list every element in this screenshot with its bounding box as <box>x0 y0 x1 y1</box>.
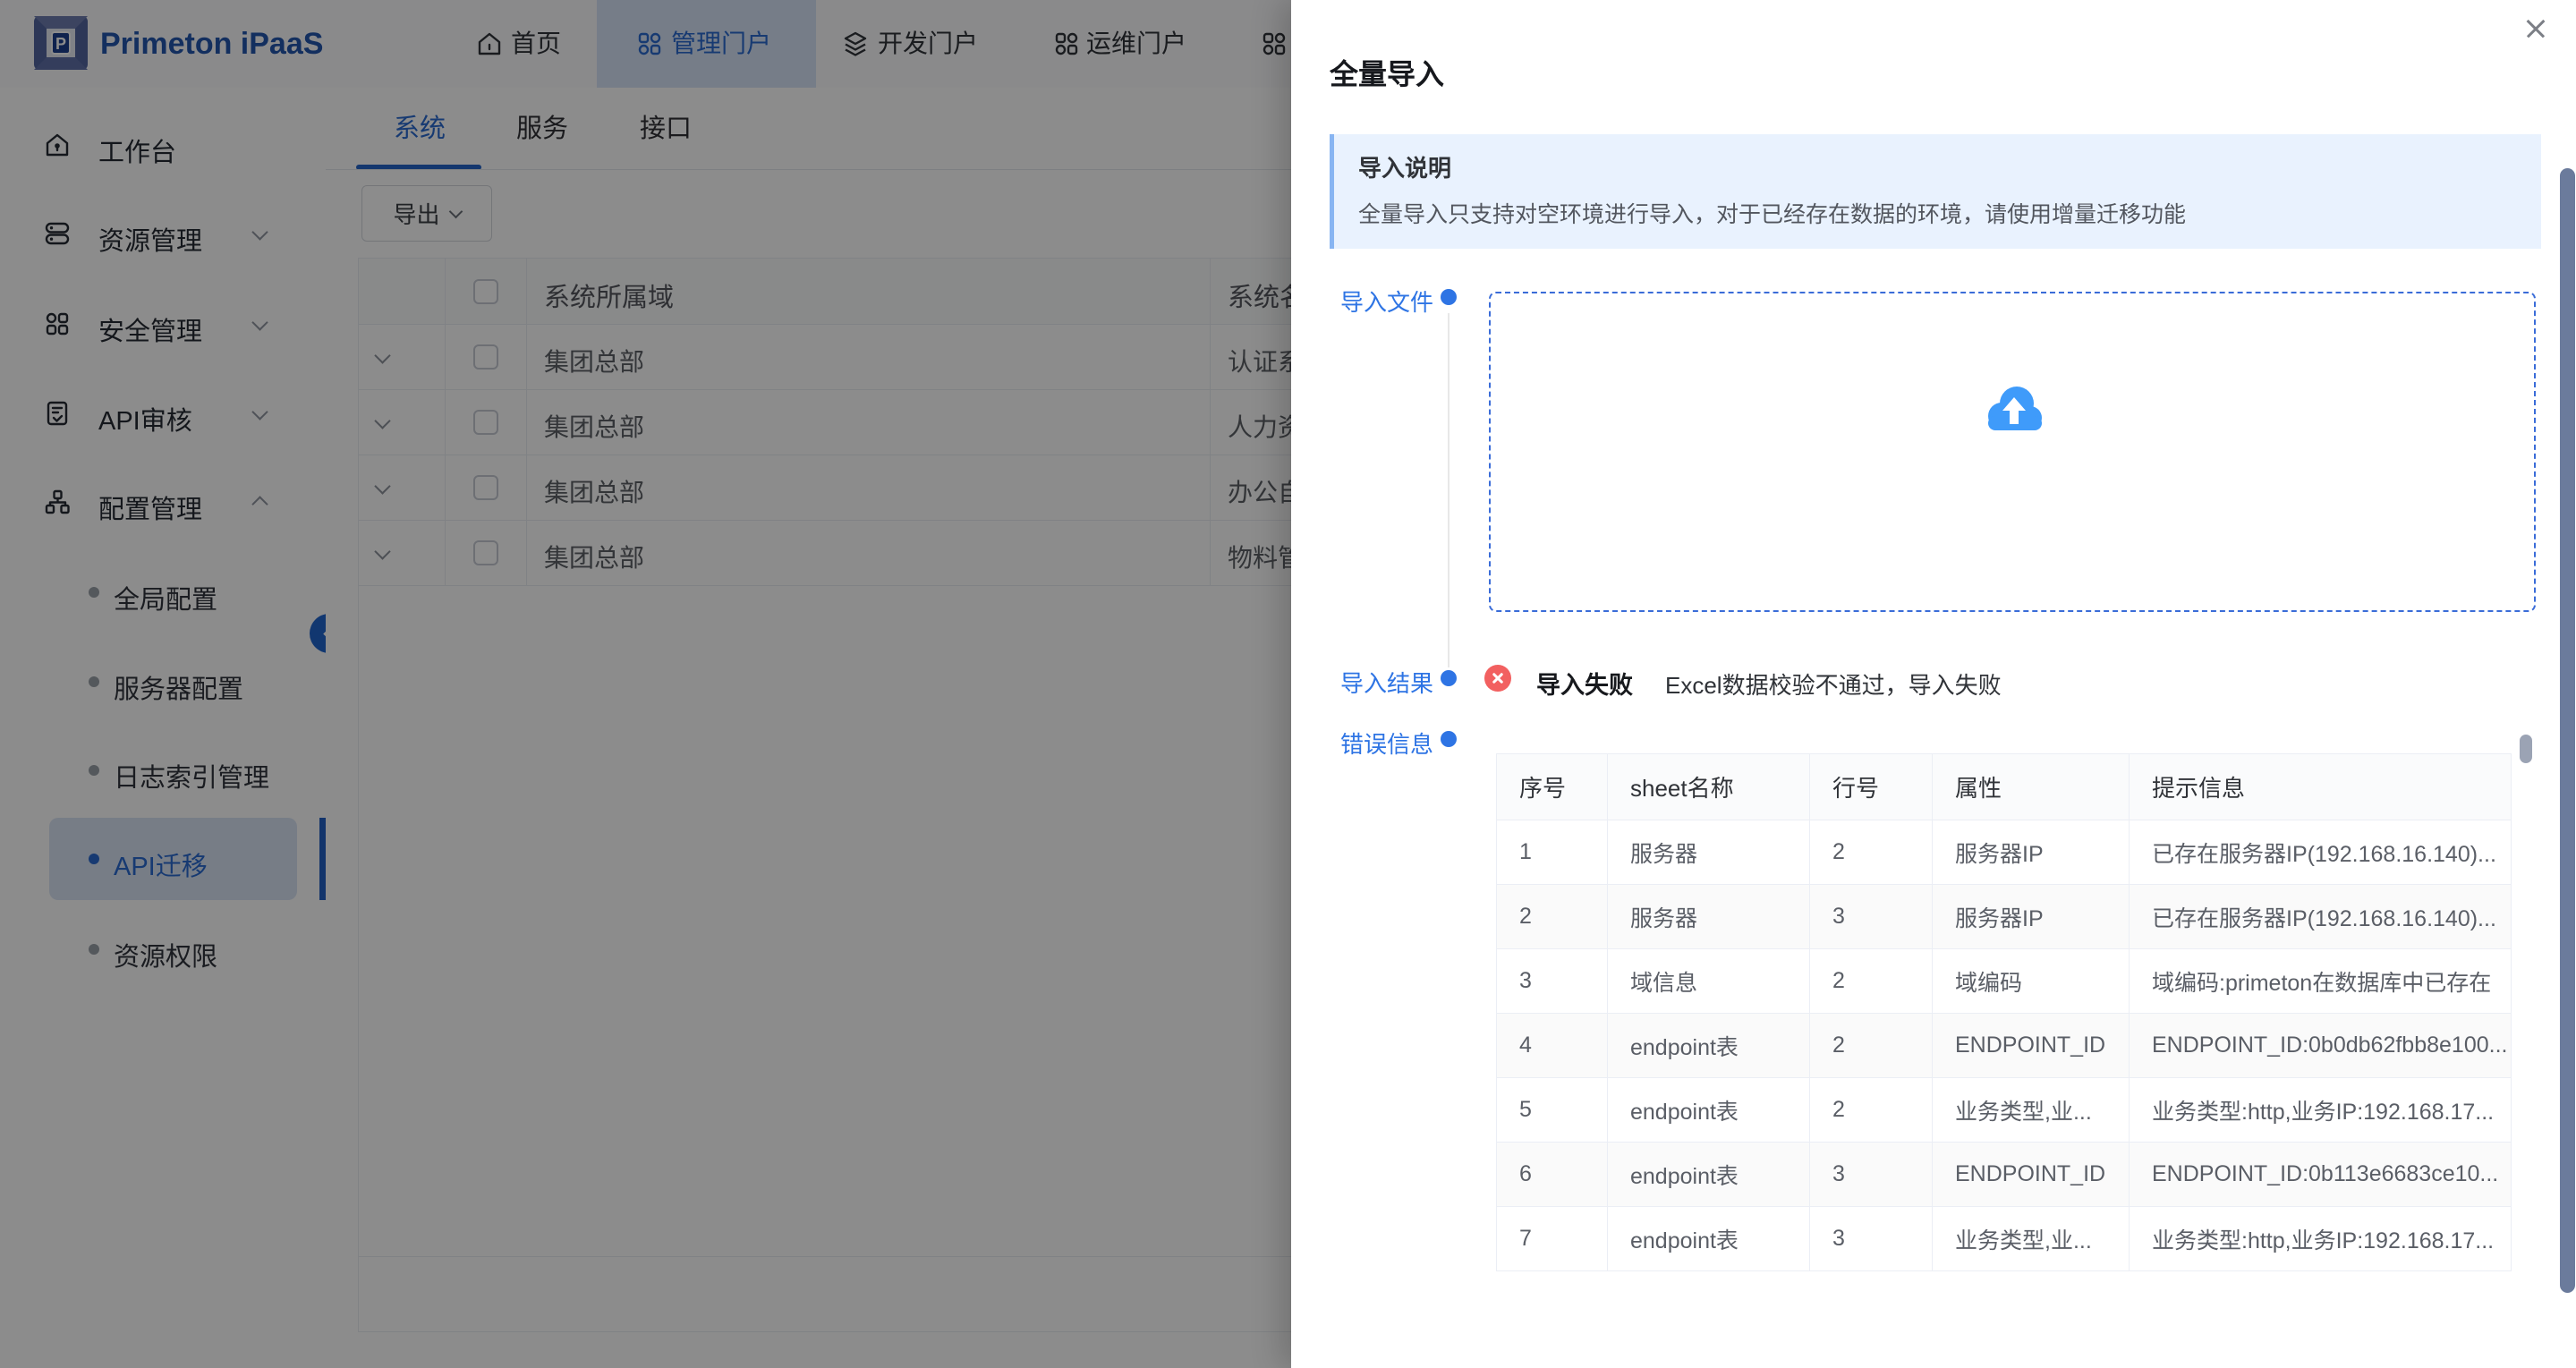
notice-text: 全量导入只支持对空环境进行导入，对于已经存在数据的环境，请使用增量迁移功能 <box>1358 197 2186 229</box>
table-cell: endpoint表 <box>1608 1143 1810 1207</box>
table-cell: 服务器IP <box>1933 885 2130 949</box>
table-cell: 3 <box>1810 1207 1933 1271</box>
table-cell: 业务类型,业... <box>1933 1207 2130 1271</box>
table-cell: 2 <box>1497 885 1608 949</box>
notice-title: 导入说明 <box>1358 150 1451 183</box>
column-header: 属性 <box>1933 754 2130 820</box>
table-cell: 6 <box>1497 1143 1608 1207</box>
table-row: 1服务器2服务器IP已存在服务器IP(192.168.16.140)... <box>1497 820 2512 885</box>
error-table: 序号sheet名称行号属性提示信息 1服务器2服务器IP已存在服务器IP(192… <box>1496 753 2512 1271</box>
table-cell: ENDPOINT_ID:0b0db62fbb8e100... <box>2130 1014 2512 1078</box>
table-cell: 业务类型:http,业务IP:192.168.17... <box>2130 1207 2512 1271</box>
table-cell: 3 <box>1810 1143 1933 1207</box>
dot-icon <box>1441 731 1457 747</box>
timeline-line <box>1448 313 1450 667</box>
table-cell: 3 <box>1810 885 1933 949</box>
error-circle-icon <box>1484 665 1511 692</box>
table-cell: 业务类型,业... <box>1933 1078 2130 1143</box>
table-cell: 5 <box>1497 1078 1608 1143</box>
table-cell: 2 <box>1810 1014 1933 1078</box>
error-table-body: 1服务器2服务器IP已存在服务器IP(192.168.16.140)...2服务… <box>1497 820 2512 1271</box>
dot-icon <box>1441 289 1457 305</box>
table-cell: 域信息 <box>1608 949 1810 1014</box>
column-header: 提示信息 <box>2130 754 2512 820</box>
table-row: 6endpoint表3ENDPOINT_IDENDPOINT_ID:0b113e… <box>1497 1143 2512 1207</box>
table-cell: 1 <box>1497 820 1608 885</box>
table-scrollbar-thumb[interactable] <box>2520 735 2532 763</box>
error-table-header-row: 序号sheet名称行号属性提示信息 <box>1497 754 2512 820</box>
table-cell: 3 <box>1497 949 1608 1014</box>
table-cell: 已存在服务器IP(192.168.16.140)... <box>2130 885 2512 949</box>
table-cell: 2 <box>1810 1078 1933 1143</box>
drawer-scrollbar-thumb[interactable] <box>2560 168 2575 1293</box>
table-cell: ENDPOINT_ID:0b113e6683ce10... <box>2130 1143 2512 1207</box>
table-cell: 服务器IP <box>1933 820 2130 885</box>
result-message: Excel数据校验不通过，导入失败 <box>1665 667 2002 701</box>
table-cell: 2 <box>1810 820 1933 885</box>
table-cell: endpoint表 <box>1608 1207 1810 1271</box>
column-header: 序号 <box>1497 754 1608 820</box>
table-cell: 业务类型:http,业务IP:192.168.17... <box>2130 1078 2512 1143</box>
close-icon[interactable] <box>2516 9 2555 48</box>
table-cell: 2 <box>1810 949 1933 1014</box>
table-cell: 域编码 <box>1933 949 2130 1014</box>
table-cell: 已存在服务器IP(192.168.16.140)... <box>2130 820 2512 885</box>
import-notice-box: 导入说明 全量导入只支持对空环境进行导入，对于已经存在数据的环境，请使用增量迁移… <box>1330 134 2541 249</box>
full-import-drawer: 全量导入 导入说明 全量导入只支持对空环境进行导入，对于已经存在数据的环境，请使… <box>1291 0 2576 1368</box>
table-row: 2服务器3服务器IP已存在服务器IP(192.168.16.140)... <box>1497 885 2512 949</box>
table-cell: ENDPOINT_ID <box>1933 1143 2130 1207</box>
column-header: sheet名称 <box>1608 754 1810 820</box>
table-row: 5endpoint表2业务类型,业...业务类型:http,业务IP:192.1… <box>1497 1078 2512 1143</box>
table-cell: 4 <box>1497 1014 1608 1078</box>
table-cell: ENDPOINT_ID <box>1933 1014 2130 1078</box>
cloud-upload-icon <box>1978 379 2050 440</box>
error-info-label: 错误信息 <box>1299 726 1433 760</box>
table-row: 3域信息2域编码域编码:primeton在数据库中已存在 <box>1497 949 2512 1014</box>
table-cell: endpoint表 <box>1608 1014 1810 1078</box>
dot-icon <box>1441 670 1457 686</box>
upload-dropzone[interactable]: 点击上传，或将文件拖到此处 请上传ZIP压缩文件 <box>1489 292 2536 612</box>
drawer-title: 全量导入 <box>1330 52 1444 93</box>
column-header: 行号 <box>1810 754 1933 820</box>
import-file-label: 导入文件 <box>1299 285 1433 318</box>
table-cell: endpoint表 <box>1608 1078 1810 1143</box>
error-table-header: 序号sheet名称行号属性提示信息 <box>1497 754 2512 820</box>
app-root: P Primeton iPaaS 首页 管理门户 开发门户 <box>0 0 2576 1368</box>
table-cell: 域编码:primeton在数据库中已存在 <box>2130 949 2512 1014</box>
result-status: 导入失败 <box>1536 666 1633 701</box>
table-cell: 服务器 <box>1608 885 1810 949</box>
table-row: 4endpoint表2ENDPOINT_IDENDPOINT_ID:0b0db6… <box>1497 1014 2512 1078</box>
table-cell: 7 <box>1497 1207 1608 1271</box>
table-cell: 服务器 <box>1608 820 1810 885</box>
table-row: 7endpoint表3业务类型,业...业务类型:http,业务IP:192.1… <box>1497 1207 2512 1271</box>
import-result-label: 导入结果 <box>1299 666 1433 699</box>
